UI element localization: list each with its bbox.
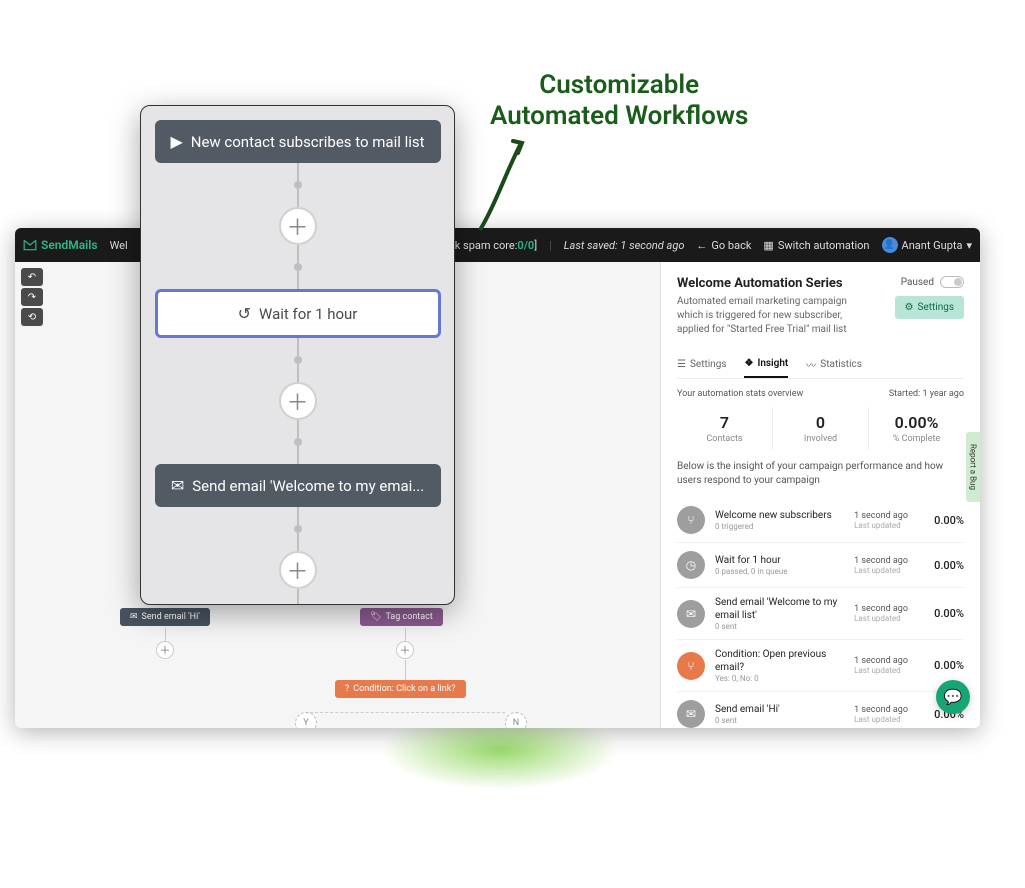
tag-icon: 🏷 bbox=[370, 612, 381, 622]
item-name: Welcome new subscribers bbox=[715, 509, 844, 522]
metric-contacts: 7 Contacts bbox=[677, 407, 772, 450]
paused-toggle[interactable]: Paused bbox=[901, 276, 964, 288]
insight-desc: Below is the insight of your campaign pe… bbox=[677, 460, 964, 488]
add-step-button[interactable]: ＋ bbox=[279, 207, 317, 245]
settings-button[interactable]: ⚙ Settings bbox=[895, 296, 964, 319]
switch-automation-button[interactable]: ▦ Switch automation bbox=[763, 239, 869, 252]
item-sub: 0 triggered bbox=[715, 522, 844, 531]
metric-complete: 0.00% % Complete bbox=[868, 407, 964, 450]
insight-item[interactable]: ⑂ Welcome new subscribers0 triggered 1 sec… bbox=[677, 498, 964, 543]
add-step-button[interactable]: ＋ bbox=[279, 382, 317, 420]
branch-no: N bbox=[505, 712, 527, 728]
item-updated: 1 second agoLast updated bbox=[854, 656, 924, 675]
node-trigger[interactable]: ▶ New contact subscribes to mail list bbox=[155, 120, 441, 163]
item-sub: Yes: 0, No: 0 bbox=[715, 674, 844, 683]
help-icon: ? bbox=[345, 684, 349, 694]
chat-icon: 💬 bbox=[944, 688, 963, 706]
metric-involved: 0 Involved bbox=[772, 407, 868, 450]
history-icon: ↺ bbox=[238, 304, 251, 323]
workflow-popup: ▶ New contact subscribes to mail list ＋ … bbox=[140, 105, 455, 605]
item-pct: 0.00% bbox=[934, 559, 964, 572]
tab-settings[interactable]: ☰ Settings bbox=[677, 351, 726, 378]
node-wait[interactable]: ↺ Wait for 1 hour bbox=[155, 289, 441, 338]
gear-icon: ⚙ bbox=[905, 302, 914, 313]
item-name: Condition: Open previous email? bbox=[715, 648, 844, 674]
email-icon: ✉ bbox=[171, 476, 184, 495]
insight-list: ⑂ Welcome new subscribers0 triggered 1 sec… bbox=[677, 498, 964, 728]
item-sub: 0 sent bbox=[715, 622, 844, 631]
automation-desc: Automated email marketing campaign which… bbox=[677, 295, 867, 337]
branch-yes: Y bbox=[295, 712, 317, 728]
metrics-row: 7 Contacts 0 Involved 0.00% % Complete bbox=[677, 407, 964, 450]
avatar: 👤 bbox=[882, 237, 898, 253]
toggle-icon bbox=[940, 276, 964, 288]
add-step-button[interactable]: ＋ bbox=[396, 641, 414, 659]
item-pct: 0.00% bbox=[934, 659, 964, 672]
refresh-button[interactable]: ⟲ bbox=[21, 308, 43, 326]
play-icon: ▶ bbox=[170, 132, 182, 151]
item-updated: 1 second agoLast updated bbox=[854, 556, 924, 575]
item-icon: ✉ bbox=[677, 700, 705, 728]
item-sub: 0 sent bbox=[715, 716, 844, 725]
user-menu[interactable]: 👤 Anant Gupta ▾ bbox=[882, 237, 972, 253]
canvas-tools: ↶ ↷ ⟲ bbox=[21, 268, 43, 326]
node-send-hi[interactable]: ✉Send email 'Hi' bbox=[120, 608, 210, 626]
panel-tabs: ☰ Settings ❖ Insight 〰 Statistics bbox=[677, 351, 964, 379]
item-pct: 0.00% bbox=[934, 607, 964, 620]
node-send-email[interactable]: ✉ Send email 'Welcome to my emai... bbox=[155, 464, 441, 507]
node-condition-click[interactable]: ?Condition: Click on a link? bbox=[335, 680, 466, 698]
started-label: Started: 1 year ago bbox=[889, 389, 964, 399]
last-saved: Last saved: 1 second ago bbox=[564, 239, 685, 252]
item-icon: ⑂ bbox=[677, 652, 705, 680]
add-step-button[interactable]: ＋ bbox=[279, 551, 317, 589]
chat-fab[interactable]: 💬 bbox=[936, 680, 970, 714]
item-pct: 0.00% bbox=[934, 514, 964, 527]
item-name: Send email 'Hi' bbox=[715, 703, 844, 716]
app-logo[interactable]: SendMails bbox=[23, 238, 98, 252]
topbar-welcome: Wel bbox=[110, 239, 128, 252]
item-name: Send email 'Welcome to my email list' bbox=[715, 596, 844, 622]
undo-button[interactable]: ↶ bbox=[21, 268, 43, 286]
tab-statistics[interactable]: 〰 Statistics bbox=[806, 351, 862, 378]
redo-button[interactable]: ↷ bbox=[21, 288, 43, 306]
add-step-button[interactable]: ＋ bbox=[156, 641, 174, 659]
item-updated: 1 second agoLast updated bbox=[854, 511, 924, 530]
insight-item[interactable]: ✉ Send email 'Welcome to my email list'0 … bbox=[677, 588, 964, 640]
item-updated: 1 second agoLast updated bbox=[854, 604, 924, 623]
item-updated: 1 second agoLast updated bbox=[854, 705, 924, 724]
email-icon: ✉ bbox=[130, 612, 138, 622]
annotation-arrow bbox=[460, 135, 560, 255]
item-icon: ⑂ bbox=[677, 506, 705, 534]
item-sub: 0 passed, 0 in queue bbox=[715, 567, 844, 576]
item-icon: ✉ bbox=[677, 600, 705, 628]
go-back-button[interactable]: ← Go back bbox=[696, 239, 751, 252]
tab-insight[interactable]: ❖ Insight bbox=[744, 351, 788, 378]
details-panel: Welcome Automation Series Automated emai… bbox=[660, 262, 980, 728]
insight-item[interactable]: ◷ Wait for 1 hour0 passed, 0 in queue 1 se… bbox=[677, 543, 964, 588]
report-bug-tab[interactable]: Report a Bug bbox=[966, 432, 980, 502]
insight-item[interactable]: ⑂ Condition: Open previous email?Yes: 0, … bbox=[677, 640, 964, 692]
insight-item[interactable]: ✉ Send email 'Hi'0 sent 1 second agoLast u… bbox=[677, 692, 964, 728]
flow-canvas-lower[interactable]: ✉Send email 'Hi' 🏷Tag contact ＋ ＋ ?Condi… bbox=[55, 608, 650, 728]
item-name: Wait for 1 hour bbox=[715, 554, 844, 567]
node-tag-contact[interactable]: 🏷Tag contact bbox=[360, 608, 443, 626]
automation-title: Welcome Automation Series bbox=[677, 276, 867, 291]
annotation-text: Customizable Automated Workflows bbox=[490, 70, 748, 132]
overview-label: Your automation stats overview bbox=[677, 389, 803, 399]
item-icon: ◷ bbox=[677, 551, 705, 579]
